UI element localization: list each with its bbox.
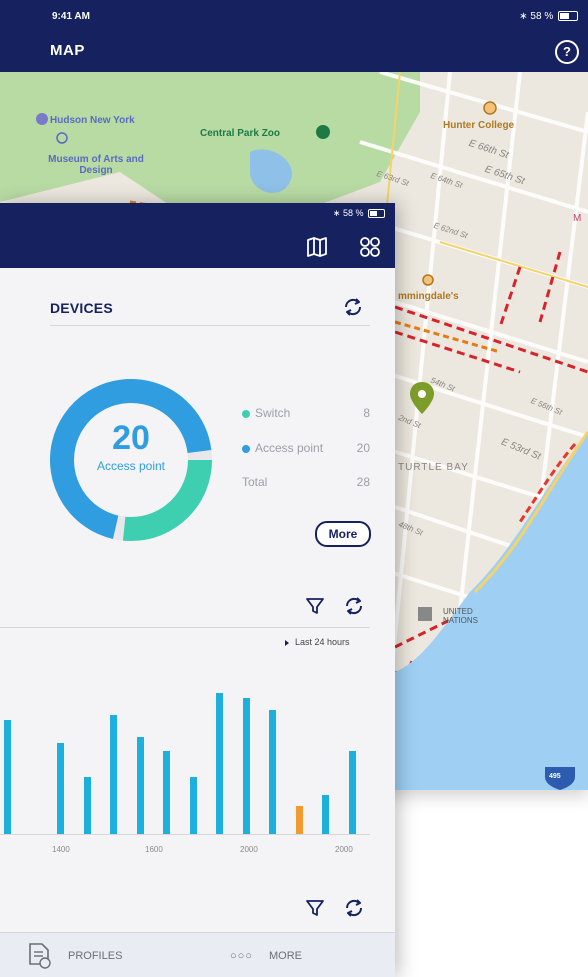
chart-bar bbox=[83, 777, 91, 834]
refresh-icon[interactable] bbox=[343, 897, 365, 919]
interstate-shield-label: 495 bbox=[549, 773, 561, 780]
tab-bar: PROFILES ○○○ MORE bbox=[0, 932, 395, 977]
legend-row-total: Total 28 bbox=[242, 475, 370, 489]
play-icon bbox=[285, 639, 289, 646]
legend-value: 20 bbox=[356, 441, 370, 455]
map-header: 9:41 AM ∗ 58 % MAP ? bbox=[0, 0, 588, 72]
grid-view-icon[interactable] bbox=[359, 236, 381, 258]
chart-bar bbox=[110, 715, 117, 834]
donut-center-label: Access point bbox=[96, 459, 166, 473]
map-label-hunter-college: Hunter College bbox=[443, 120, 515, 131]
chart-bar bbox=[57, 742, 64, 834]
time-range-label: Last 24 hours bbox=[295, 637, 350, 647]
legend-label: Switch bbox=[255, 406, 291, 420]
refresh-devices-icon[interactable] bbox=[342, 296, 364, 318]
battery-icon bbox=[368, 209, 385, 219]
more-button[interactable]: More bbox=[315, 521, 371, 547]
map-label-m: M bbox=[573, 213, 582, 224]
chart-bar bbox=[216, 693, 223, 834]
chart-divider bbox=[0, 627, 370, 628]
devices-screen: ∗ 58 % DEVICES 20 Access point Switch 8 … bbox=[0, 203, 395, 977]
chart-bar bbox=[322, 795, 329, 834]
chart-bar bbox=[4, 720, 11, 834]
battery-percent: 58 % bbox=[342, 208, 364, 218]
status-bar: ∗ 58 % bbox=[519, 11, 578, 22]
tab-profiles-label: PROFILES bbox=[68, 950, 123, 962]
filter-icon[interactable] bbox=[305, 898, 325, 918]
bluetooth-icon: ∗ bbox=[519, 11, 528, 22]
legend-value: 8 bbox=[363, 406, 370, 420]
map-label-bloomingdales: mmingdale's bbox=[398, 291, 459, 302]
time-range-selector[interactable]: Last 24 hours bbox=[285, 637, 350, 647]
chart-bar bbox=[269, 710, 276, 834]
refresh-chart-icon[interactable] bbox=[343, 595, 365, 617]
chart-bar bbox=[189, 777, 197, 834]
map-label-museum: Museum of Arts and Design bbox=[48, 154, 144, 176]
x-tick: 2000 bbox=[240, 845, 258, 854]
chart-bar bbox=[163, 750, 170, 834]
chart-bar bbox=[295, 805, 303, 834]
x-tick: 1400 bbox=[52, 845, 70, 854]
building-icon bbox=[418, 607, 432, 621]
x-tick: 2000 bbox=[335, 845, 353, 854]
chart-bar bbox=[242, 698, 250, 834]
x-tick: 1600 bbox=[145, 845, 163, 854]
devices-title: DEVICES bbox=[50, 300, 113, 316]
map-label-zoo: Central Park Zoo bbox=[200, 128, 281, 139]
help-button[interactable]: ? bbox=[555, 40, 579, 64]
chart-bar bbox=[348, 750, 356, 834]
status-time: 9:41 AM bbox=[52, 11, 90, 22]
map-view-icon[interactable] bbox=[306, 236, 328, 258]
page-title: MAP bbox=[50, 42, 85, 59]
map-label-un: UNITED NATIONS bbox=[443, 607, 478, 625]
battery-icon bbox=[558, 11, 578, 22]
legend-value: 28 bbox=[356, 475, 370, 489]
switch-legend-dot bbox=[242, 409, 250, 418]
donut-center-value: 20 bbox=[112, 419, 150, 457]
chart-axis bbox=[0, 834, 370, 835]
legend-row-access-point: Access point 20 bbox=[242, 441, 370, 455]
tab-more-label: MORE bbox=[269, 950, 302, 962]
more-dots-icon: ○○○ bbox=[230, 950, 253, 962]
filter-icon[interactable] bbox=[305, 596, 325, 616]
access-point-legend-dot bbox=[242, 444, 250, 453]
map-label-hudson: Hudson New York bbox=[50, 115, 135, 126]
map-label-turtle-bay: TURTLE BAY bbox=[398, 462, 469, 473]
legend-row-switch: Switch 8 bbox=[242, 406, 370, 420]
legend-label: Total bbox=[242, 475, 268, 489]
devices-header: ∗ 58 % bbox=[0, 203, 395, 268]
battery-percent: 58 % bbox=[530, 11, 554, 22]
profiles-icon bbox=[29, 943, 51, 969]
legend-label: Access point bbox=[255, 441, 324, 455]
devices-divider bbox=[50, 325, 370, 326]
bluetooth-icon: ∗ bbox=[332, 208, 341, 218]
chart-bar bbox=[136, 736, 144, 834]
status-bar: ∗ 58 % bbox=[333, 208, 385, 219]
